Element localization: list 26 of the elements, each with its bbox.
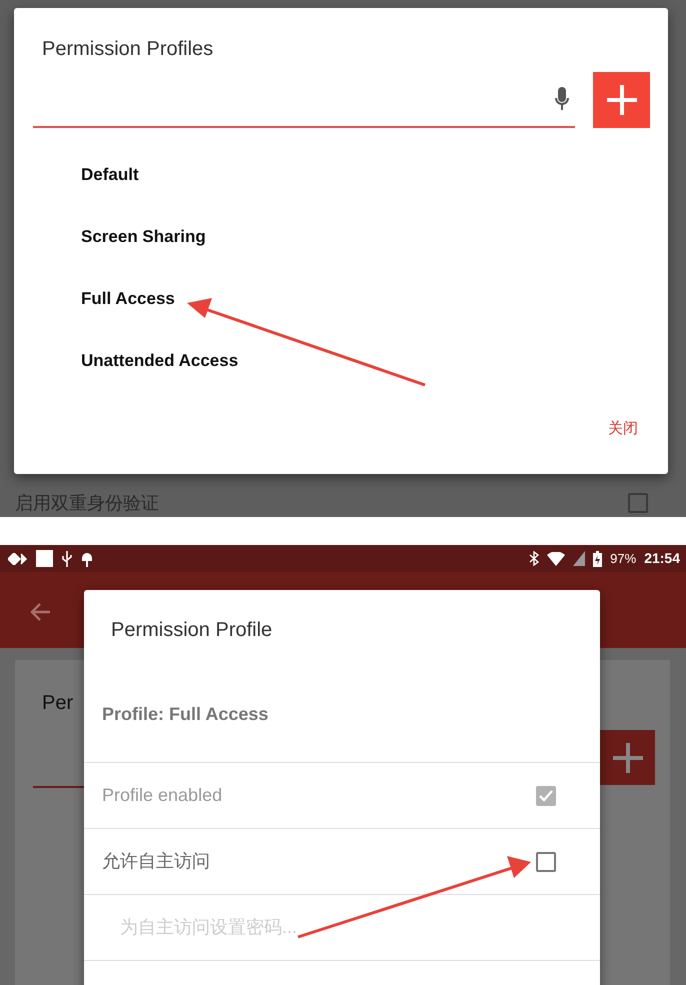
usb-icon [61, 550, 73, 566]
add-button[interactable] [593, 72, 650, 128]
profile-item[interactable]: Unattended Access [81, 348, 238, 374]
setting-label: 允许自主访问 [102, 850, 210, 873]
microphone-icon[interactable] [555, 87, 569, 111]
profile-name: Profile: Full Access [102, 704, 268, 724]
battery-level: 97% [610, 550, 636, 568]
profile-item[interactable]: Default [81, 162, 139, 188]
checkbox[interactable] [536, 852, 556, 872]
bluetooth-icon [529, 551, 540, 566]
clock: 21:54 [644, 549, 680, 568]
wifi-icon [547, 552, 566, 566]
checkbox[interactable] [628, 493, 648, 513]
profile-item[interactable]: Screen Sharing [81, 224, 206, 250]
battery-icon [593, 550, 602, 566]
card-title: Per [42, 691, 74, 716]
square-icon [36, 550, 53, 567]
diamond-icon [8, 552, 28, 564]
plus-icon [612, 742, 642, 772]
dialog-title: Permission Profile [111, 619, 272, 641]
back-arrow-icon[interactable] [30, 602, 50, 621]
dialog-title: Permission Profiles [42, 38, 214, 60]
profile-item[interactable]: Full Access [81, 286, 175, 312]
setting-label: Profile enabled [102, 784, 222, 807]
plus-icon [606, 85, 636, 115]
close-button[interactable]: 关闭 [600, 414, 646, 444]
